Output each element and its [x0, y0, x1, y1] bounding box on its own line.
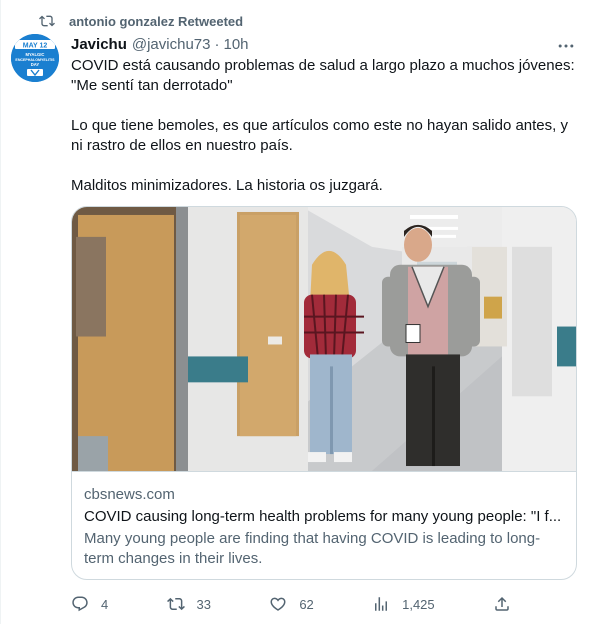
card-title[interactable]: COVID causing long-term health problems …	[84, 507, 564, 527]
tweet-text: COVID está causando problemas de salud a…	[71, 56, 577, 196]
tweet-timestamp[interactable]: 10h	[223, 36, 248, 53]
share-icon	[495, 596, 509, 611]
link-card[interactable]: cbsnews.com COVID causing long-term heal…	[71, 206, 577, 580]
card-meta: cbsnews.com COVID causing long-term heal…	[84, 485, 564, 569]
retweet-count: 33	[196, 596, 212, 612]
views-button[interactable]: 1,425	[372, 595, 435, 613]
tweet-line-1: COVID está causando problemas de salud a…	[71, 57, 575, 74]
like-button[interactable]: 62	[269, 595, 314, 613]
reply-icon	[72, 596, 88, 612]
article-photo[interactable]	[72, 207, 577, 472]
retweet-button[interactable]: 33	[166, 595, 212, 613]
tweet-paragraph-3: Malditos minimizadores. La historia os j…	[71, 177, 383, 194]
share-button[interactable]	[493, 595, 511, 613]
tweet[interactable]: antonio gonzalez Retweeted MAY 12 MYALGI…	[0, 0, 592, 624]
tweet-actions: 4 33 62 1,425	[71, 592, 511, 616]
more-options-icon[interactable]	[556, 36, 576, 56]
card-domain[interactable]: cbsnews.com	[84, 485, 564, 505]
author-name[interactable]: Javichu	[71, 36, 127, 53]
author-handle[interactable]: @javichu73	[132, 36, 211, 53]
reply-button[interactable]: 4	[71, 595, 108, 613]
retweet-context[interactable]: antonio gonzalez Retweeted	[39, 12, 243, 30]
retweet-action-icon	[166, 597, 185, 611]
views-icon	[375, 597, 388, 611]
card-description: Many young people are finding that havin…	[84, 530, 541, 567]
retweet-label: antonio gonzalez Retweeted	[69, 13, 244, 29]
heart-icon	[270, 597, 286, 611]
awareness-ribbon-avatar: MAY 12 MYALGIC ENCEPHALOMYELITIS DAY	[11, 34, 59, 82]
avatar[interactable]: MAY 12 MYALGIC ENCEPHALOMYELITIS DAY	[11, 34, 59, 82]
separator-dot: ·	[214, 35, 220, 53]
retweet-icon	[39, 15, 55, 27]
avatar-badge-date: MAY 12	[23, 43, 48, 50]
tweet-paragraph-2: Lo que tiene bemoles, es que artículos c…	[71, 117, 568, 154]
tweet-line-2: "Me sentí tan derrotado"	[71, 77, 233, 94]
tweet-header: Javichu @javichu73 · 10h	[71, 34, 576, 54]
avatar-line-3: DAY	[31, 62, 40, 67]
reply-count: 4	[101, 596, 109, 612]
avatar-line-1: MYALGIC	[26, 52, 45, 57]
views-count: 1,425	[402, 596, 435, 612]
like-count: 62	[299, 596, 314, 612]
